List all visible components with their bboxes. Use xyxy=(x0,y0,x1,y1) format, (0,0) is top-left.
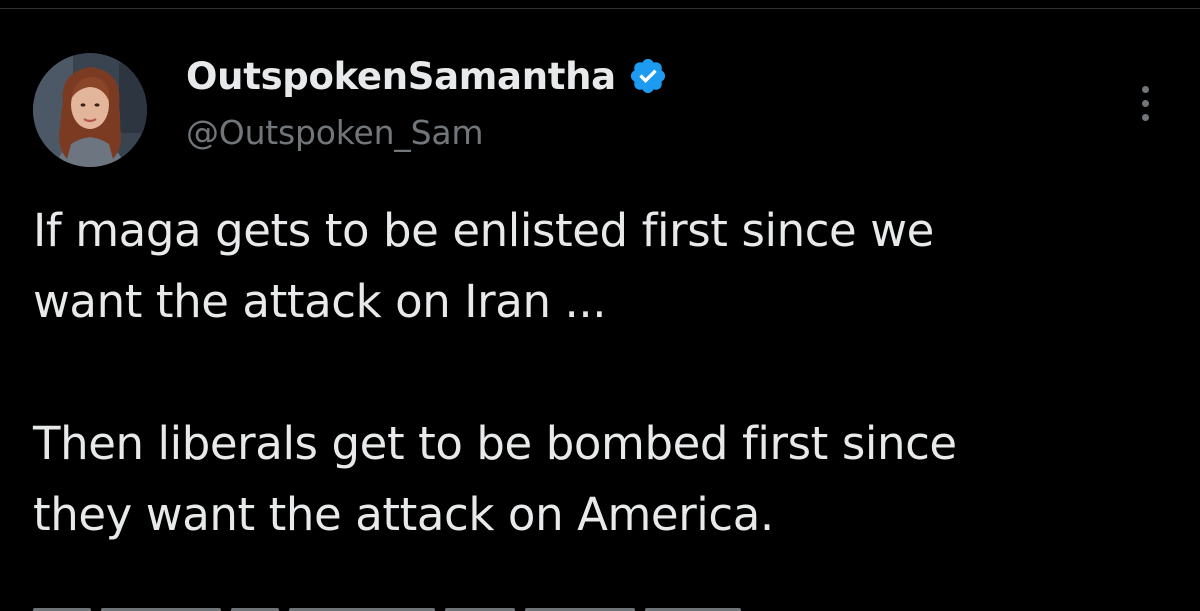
display-name[interactable]: OutspokenSamantha xyxy=(186,55,616,98)
more-options-icon[interactable] xyxy=(1125,75,1165,131)
tweet-text-line: they want the attack on America. xyxy=(33,488,774,541)
more-dot xyxy=(1141,99,1149,107)
tweet-text-line: want the attack on Iran ... xyxy=(33,275,607,328)
tweet-text: If maga gets to be enlisted first since … xyxy=(33,195,1173,550)
tweet-text-line: Then liberals get to be bombed first sin… xyxy=(33,417,957,470)
more-dot xyxy=(1141,113,1149,121)
author-handle[interactable]: @Outspoken_Sam xyxy=(186,113,484,152)
profile-photo-icon xyxy=(33,53,147,167)
more-dot xyxy=(1141,85,1149,93)
tweet-text-line: If maga gets to be enlisted first since … xyxy=(33,204,934,257)
tweet[interactable]: OutspokenSamantha @Outspoken_Sam If maga… xyxy=(0,10,1200,611)
author-name-row: OutspokenSamantha xyxy=(186,52,668,100)
verified-badge-icon[interactable] xyxy=(628,56,668,96)
top-divider xyxy=(0,0,1200,9)
avatar[interactable] xyxy=(33,53,147,167)
